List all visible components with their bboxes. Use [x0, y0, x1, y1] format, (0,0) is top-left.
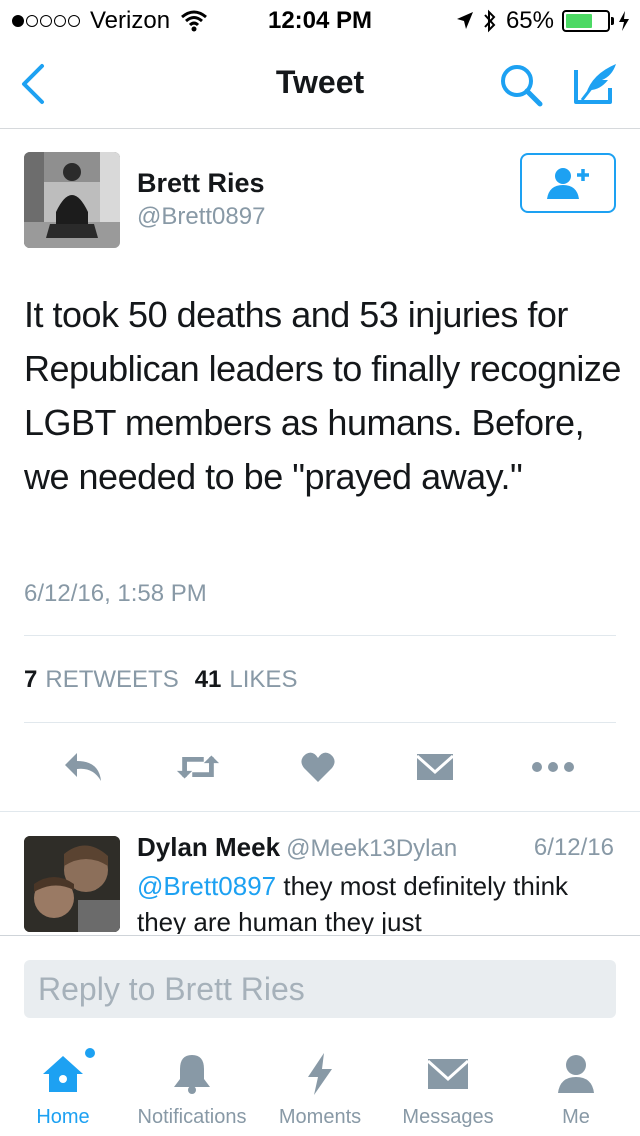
- reply-mention[interactable]: @Brett0897: [137, 871, 276, 901]
- reply-input[interactable]: Reply to Brett Ries: [24, 960, 616, 1018]
- reply-author-handle[interactable]: @Meek13Dylan: [286, 835, 457, 862]
- reply-author-avatar[interactable]: [24, 836, 120, 932]
- reply-date: 6/12/16: [533, 834, 614, 861]
- lightning-icon: [308, 1053, 332, 1095]
- battery-percentage: 65%: [505, 7, 554, 34]
- tab-label: Moments: [278, 1106, 362, 1128]
- author-avatar[interactable]: [24, 152, 120, 248]
- heart-icon: [301, 752, 335, 782]
- location-icon: [456, 12, 473, 29]
- tab-moments[interactable]: Moments: [272, 1036, 368, 1136]
- tweet-text: It took 50 deaths and 53 injuries for Re…: [24, 294, 621, 497]
- tweet-stats: 7 RETWEETS 41 LIKES: [24, 666, 313, 694]
- divider: [0, 811, 640, 812]
- tweet-actions: [0, 745, 640, 789]
- bluetooth-icon: [484, 9, 496, 33]
- person-icon: [558, 1055, 594, 1093]
- tab-home[interactable]: Home: [30, 1036, 96, 1136]
- reply-header: Dylan Meek @Meek13Dylan 6/12/16: [137, 832, 617, 863]
- more-options-button[interactable]: [530, 745, 576, 789]
- message-button[interactable]: [412, 745, 458, 789]
- reply-icon: [65, 753, 101, 781]
- charging-icon: [619, 11, 629, 31]
- battery-icon: [562, 10, 614, 32]
- reply-composer: Reply to Brett Ries: [0, 935, 640, 1035]
- tab-label: Me: [562, 1106, 590, 1128]
- follow-button[interactable]: [520, 153, 616, 213]
- retweet-icon: [176, 755, 220, 779]
- bell-icon: [174, 1055, 210, 1094]
- retweets-count: 7: [24, 666, 38, 693]
- like-button[interactable]: [295, 745, 341, 789]
- author-handle[interactable]: @Brett0897: [137, 203, 265, 231]
- navigation-bar: Tweet: [0, 40, 640, 129]
- page-title: Tweet: [275, 64, 365, 100]
- new-content-dot: [85, 1048, 95, 1058]
- tab-bar: Home Notifications Moments Messages Me: [0, 1036, 640, 1136]
- likes-count: 41: [194, 666, 222, 693]
- add-user-icon: [547, 168, 589, 199]
- divider: [24, 635, 616, 636]
- divider: [24, 722, 616, 723]
- more-icon: [532, 762, 574, 772]
- home-icon: [43, 1056, 83, 1092]
- author-name[interactable]: Brett Ries: [137, 168, 265, 199]
- reply-author-name[interactable]: Dylan Meek: [137, 832, 280, 862]
- retweets-label: RETWEETS: [45, 666, 179, 693]
- search-icon[interactable]: [498, 62, 544, 108]
- tab-label: Notifications: [137, 1106, 247, 1128]
- reply-text[interactable]: @Brett0897 they most definitely think th…: [137, 868, 607, 934]
- tab-me[interactable]: Me: [548, 1036, 604, 1136]
- message-icon: [416, 754, 454, 780]
- tab-notifications[interactable]: Notifications: [128, 1036, 256, 1136]
- tab-messages[interactable]: Messages: [396, 1036, 500, 1136]
- likes-label: LIKES: [229, 666, 298, 693]
- status-bar: Verizon 12:04 PM 65%: [0, 0, 640, 40]
- retweets-stat[interactable]: 7 RETWEETS: [24, 666, 179, 694]
- tab-label: Messages: [402, 1106, 494, 1128]
- compose-icon[interactable]: [572, 60, 620, 106]
- reply-button[interactable]: [60, 745, 106, 789]
- tab-label: Home: [36, 1106, 90, 1128]
- tweet-timestamp: 6/12/16, 1:58 PM: [24, 580, 207, 607]
- likes-stat[interactable]: 41 LIKES: [195, 666, 298, 694]
- retweet-button[interactable]: [175, 745, 221, 789]
- envelope-icon: [426, 1059, 470, 1089]
